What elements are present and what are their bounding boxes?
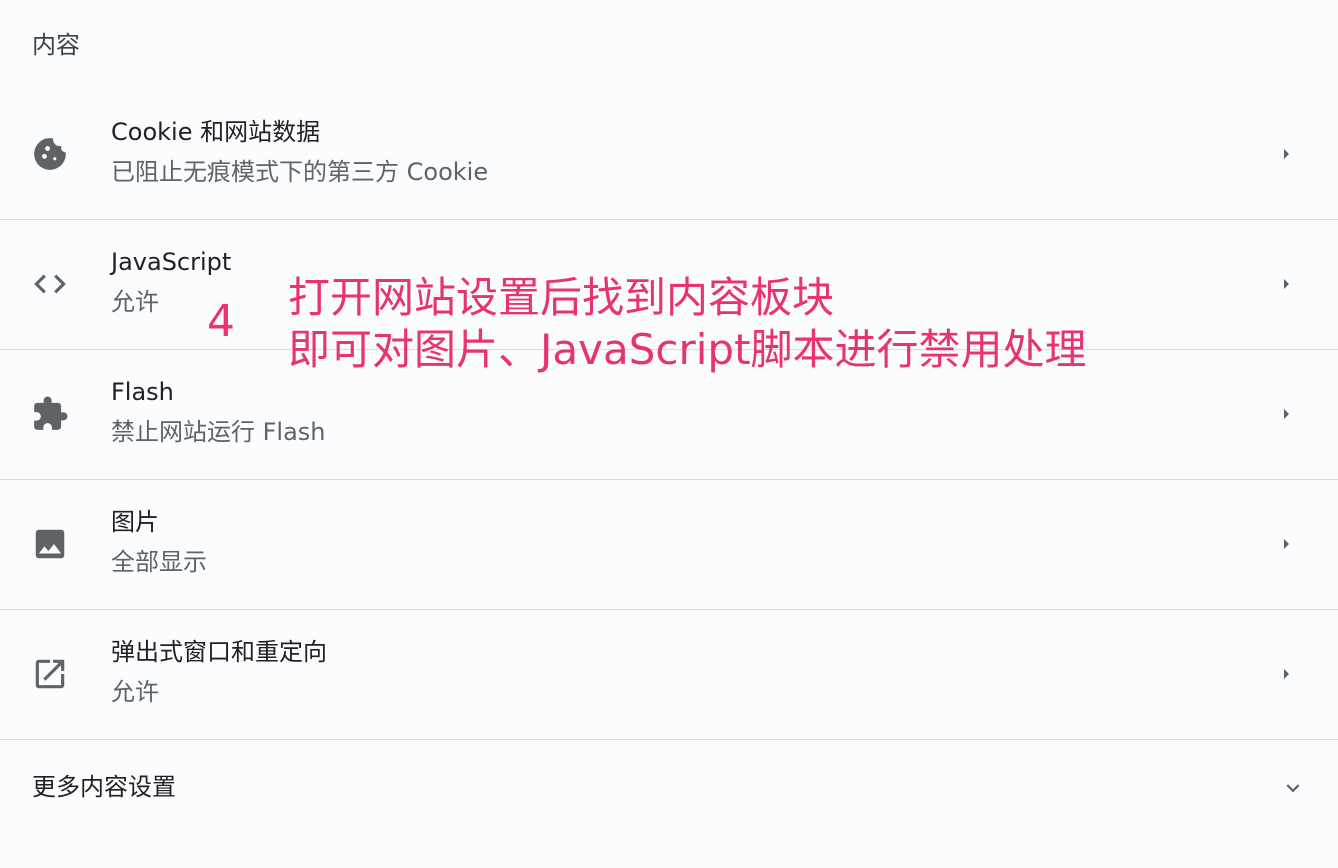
row-text: 弹出式窗口和重定向 允许 [111,634,327,710]
row-subtitle: 全部显示 [111,548,207,576]
row-text: Cookie 和网站数据 已阻止无痕模式下的第三方 Cookie [111,114,488,190]
row-title: 图片 [111,508,159,536]
chevron-right-icon [1274,402,1298,426]
row-subtitle: 已阻止无痕模式下的第三方 Cookie [111,158,489,186]
image-icon [30,524,70,564]
annotation-step-number: 4 [207,296,235,347]
row-images[interactable]: 图片 全部显示 [0,480,1338,610]
chevron-right-icon [1274,142,1298,166]
chevron-right-icon [1274,532,1298,556]
row-title: Flash [111,378,174,406]
row-title: Cookie 和网站数据 [111,118,321,146]
open-in-new-icon [30,654,70,694]
more-content-settings-button[interactable]: 更多内容设置 [0,740,1338,836]
chevron-right-icon [1274,662,1298,686]
chevron-right-icon [1274,272,1298,296]
chevron-down-icon [1280,775,1306,801]
puzzle-icon [30,394,70,434]
row-subtitle: 禁止网站运行 Flash [111,418,326,446]
row-text: 图片 全部显示 [111,504,207,580]
code-icon [30,264,70,304]
annotation-line-2: 即可对图片、JavaScript脚本进行禁用处理 [288,325,1087,374]
more-content-settings-label: 更多内容设置 [32,773,176,801]
row-cookies[interactable]: Cookie 和网站数据 已阻止无痕模式下的第三方 Cookie [0,90,1338,220]
row-subtitle: 允许 [111,678,159,706]
content-settings-list: Cookie 和网站数据 已阻止无痕模式下的第三方 Cookie JavaScr… [0,90,1338,740]
row-title: 弹出式窗口和重定向 [111,638,327,666]
annotation-line-1: 打开网站设置后找到内容板块 [288,273,835,322]
section-title: 内容 [32,31,80,59]
row-popups[interactable]: 弹出式窗口和重定向 允许 [0,610,1338,740]
row-text: Flash 禁止网站运行 Flash [111,374,326,450]
row-title: JavaScript [111,248,232,276]
cookie-icon [30,134,70,174]
